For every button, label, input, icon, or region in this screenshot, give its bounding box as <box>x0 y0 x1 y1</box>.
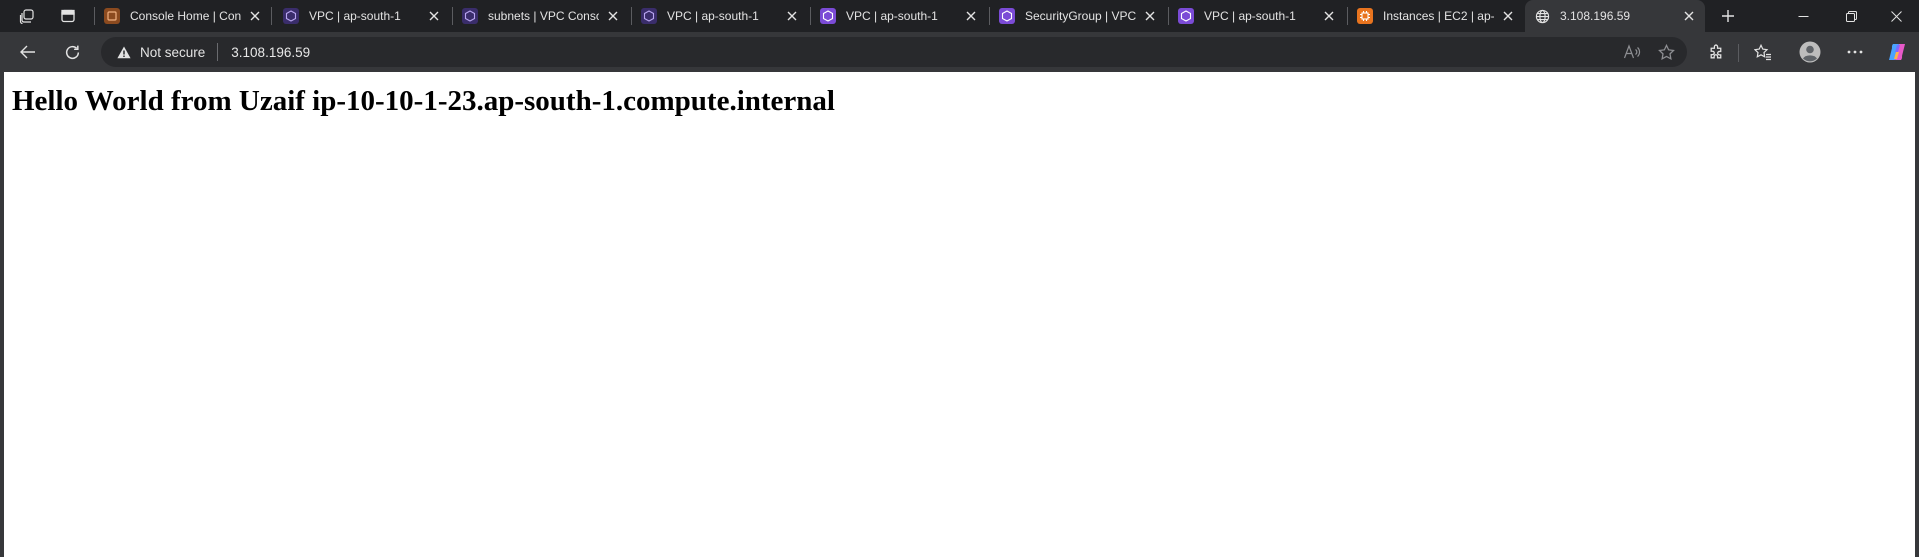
address-bar[interactable]: Not secure 3.108.196.59 <box>101 37 1687 67</box>
tab-title: subnets | VPC Console <box>488 9 599 23</box>
tab-title: Instances | EC2 | ap-south-1 <box>1383 9 1494 23</box>
tab-title: SecurityGroup | VPC Console <box>1025 9 1136 23</box>
tab-title: VPC | ap-south-1 <box>846 9 938 23</box>
warning-icon <box>117 46 131 58</box>
read-aloud-icon[interactable] <box>1622 43 1642 61</box>
browser-toolbar: Not secure 3.108.196.59 <box>0 32 1919 72</box>
more-menu-icon[interactable] <box>1840 38 1870 66</box>
close-icon[interactable] <box>247 8 263 24</box>
tab-current-page[interactable]: 3.108.196.59 <box>1525 0 1705 32</box>
tab-vpc-4[interactable]: VPC | ap-south-1 <box>1169 3 1345 29</box>
vpc-icon <box>820 8 836 24</box>
omnibox-divider <box>217 43 219 61</box>
extensions-button[interactable] <box>1701 38 1731 66</box>
page-heading: Hello World from Uzaif ip-10-10-1-23.ap-… <box>12 85 835 117</box>
tab-console-home[interactable]: Console Home | Console Home <box>95 3 271 29</box>
tab-title: VPC | ap-south-1 <box>309 9 401 23</box>
copilot-icon[interactable] <box>1882 38 1912 66</box>
vpc-icon <box>1178 8 1194 24</box>
ec2-icon <box>1357 8 1373 24</box>
toolbar-divider <box>1738 44 1739 62</box>
profile-avatar[interactable] <box>1795 38 1825 66</box>
favorites-button[interactable] <box>1748 38 1778 66</box>
close-icon[interactable] <box>426 8 442 24</box>
close-icon[interactable] <box>1500 8 1516 24</box>
tab-title: VPC | ap-south-1 <box>1204 9 1296 23</box>
refresh-button[interactable] <box>57 38 87 66</box>
vpc-icon <box>283 8 299 24</box>
close-icon[interactable] <box>1142 8 1158 24</box>
tab-subnets[interactable]: subnets | VPC Console <box>453 3 629 29</box>
tab-strip: Console Home | Console Home VPC | ap-sou… <box>0 0 1919 32</box>
vpc-icon <box>641 8 657 24</box>
tab-title: Console Home | Console Home <box>130 9 241 23</box>
tab-ec2-instances[interactable]: Instances | EC2 | ap-south-1 <box>1348 3 1524 29</box>
security-label: Not secure <box>140 44 206 60</box>
page-viewport: Hello World from Uzaif ip-10-10-1-23.ap-… <box>4 72 1915 557</box>
vpc-icon <box>462 8 478 24</box>
new-tab-button[interactable] <box>1716 4 1740 28</box>
tab-vpc-3[interactable]: VPC | ap-south-1 <box>811 3 987 29</box>
tab-security-group[interactable]: SecurityGroup | VPC Console <box>990 3 1166 29</box>
favorite-star-icon[interactable] <box>1656 43 1676 61</box>
restore-button[interactable] <box>1828 0 1874 32</box>
workspaces-icon[interactable] <box>16 6 38 26</box>
tab-vpc-1[interactable]: VPC | ap-south-1 <box>274 3 450 29</box>
close-window-button[interactable] <box>1873 0 1919 32</box>
close-icon[interactable] <box>784 8 800 24</box>
tab-separator <box>271 7 272 25</box>
window-frame-right <box>1915 72 1919 557</box>
security-indicator[interactable]: Not secure <box>117 45 205 60</box>
close-icon[interactable] <box>963 8 979 24</box>
tab-actions-icon[interactable] <box>57 6 79 26</box>
minimize-button[interactable] <box>1780 0 1826 32</box>
tab-title: 3.108.196.59 <box>1560 9 1631 23</box>
back-button[interactable] <box>13 38 43 66</box>
close-icon[interactable] <box>605 8 621 24</box>
url-text[interactable]: 3.108.196.59 <box>231 45 310 60</box>
close-icon[interactable] <box>1321 8 1337 24</box>
globe-icon <box>1534 8 1550 24</box>
aws-console-icon <box>104 8 120 24</box>
tab-title: VPC | ap-south-1 <box>667 9 759 23</box>
tab-vpc-2[interactable]: VPC | ap-south-1 <box>632 3 808 29</box>
close-icon[interactable] <box>1681 8 1697 24</box>
vpc-icon <box>999 8 1015 24</box>
